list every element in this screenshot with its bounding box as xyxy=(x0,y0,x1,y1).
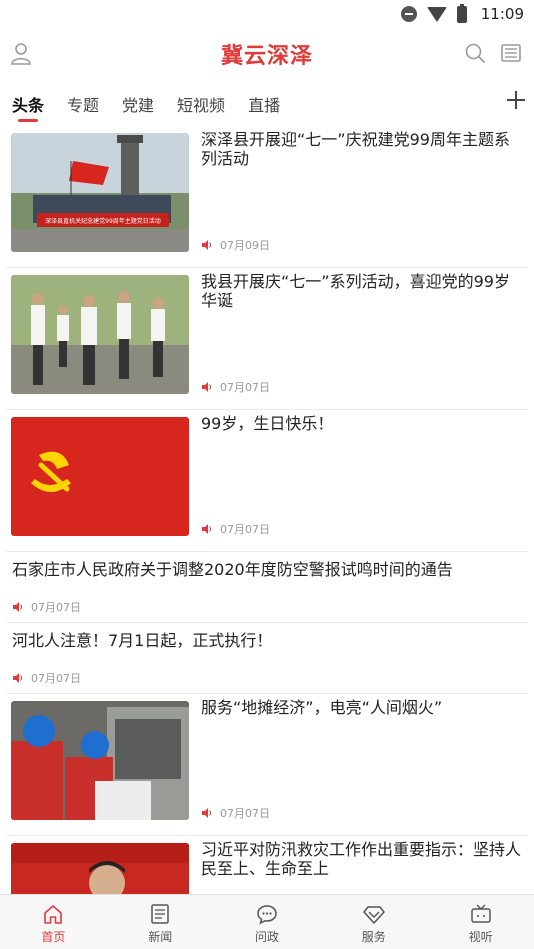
news-meta: 07月07日 xyxy=(12,599,81,615)
news-meta: 07月07日 xyxy=(12,670,81,686)
news-item[interactable]: 石家庄市人民政府关于调整2020年度防空警报试鸣时间的通告 07月07日 xyxy=(6,552,528,623)
news-item[interactable]: 99岁，生日快乐！ 07月07日 xyxy=(6,410,528,552)
news-thumbnail-oath-ceremony xyxy=(11,275,189,394)
news-item[interactable]: 我县开展庆“七一”系列活动，喜迎党的99岁华诞 07月07日 xyxy=(6,268,528,410)
news-thumbnail-portrait xyxy=(11,843,189,894)
news-title: 99岁，生日快乐！ xyxy=(201,414,334,433)
tab-topics[interactable]: 专题 xyxy=(67,82,99,122)
news-title: 服务“地摊经济”，电亮“人间烟火” xyxy=(201,698,443,717)
speaker-icon[interactable] xyxy=(201,381,213,393)
home-icon xyxy=(44,905,63,924)
banner-text: 深泽县直机关纪念建党99周年主题党日活动 xyxy=(45,217,161,225)
nav-services-label: 服务 xyxy=(361,930,386,944)
add-channel-icon[interactable] xyxy=(506,90,526,110)
app-header: 冀云深泽 xyxy=(0,28,534,80)
news-item[interactable]: 习近平对防汛救灾工作作出重要指示：坚持人民至上、生命至上 xyxy=(6,836,528,894)
news-thumbnail-party-flag xyxy=(11,417,189,536)
status-bar: 11:09 xyxy=(0,0,534,28)
nav-services[interactable]: 服务 xyxy=(320,895,427,949)
news-date: 07月07日 xyxy=(220,381,270,394)
news-meta: 07月07日 xyxy=(201,805,270,821)
chat-icon xyxy=(257,905,277,925)
speaker-icon[interactable] xyxy=(201,523,213,535)
news-list: 深泽县直机关纪念建党99周年主题党日活动 深泽县开展迎“七一”庆祝建党99周年主… xyxy=(0,126,534,894)
diamond-icon xyxy=(363,906,385,924)
nav-inquiry[interactable]: 问政 xyxy=(214,895,321,949)
app-title: 冀云深泽 xyxy=(220,44,313,69)
news-title: 深泽县开展迎“七一”庆祝建党99周年主题系列活动 xyxy=(201,130,510,168)
nav-news-label: 新闻 xyxy=(148,930,173,944)
nav-media[interactable]: 视听 xyxy=(427,895,534,949)
bottom-nav: 首页 新闻 问政 服务 视听 xyxy=(0,894,534,949)
news-item[interactable]: 服务“地摊经济”，电亮“人间烟火” 07月07日 xyxy=(6,694,528,836)
nav-inquiry-label: 问政 xyxy=(254,930,279,944)
news-date: 07月07日 xyxy=(31,672,81,685)
news-date: 07月07日 xyxy=(31,601,81,614)
battery-icon xyxy=(456,3,467,23)
do-not-disturb-icon xyxy=(400,6,417,22)
news-item[interactable]: 河北人注意！7月1日起，正式执行！ 07月07日 xyxy=(6,623,528,694)
nav-media-label: 视听 xyxy=(468,930,493,944)
news-meta: 07月09日 xyxy=(201,237,270,253)
speaker-icon[interactable] xyxy=(12,601,24,613)
news-title: 我县开展庆“七一”系列活动，喜迎党的99岁华诞 xyxy=(201,272,510,310)
news-thumbnail-group-photo: 深泽县直机关纪念建党99周年主题党日活动 xyxy=(11,133,189,252)
status-time: 11:09 xyxy=(480,5,524,23)
tab-headlines[interactable]: 头条 xyxy=(12,82,44,122)
speaker-icon[interactable] xyxy=(12,672,24,684)
news-title: 习近平对防汛救灾工作作出重要指示：坚持人民至上、生命至上 xyxy=(201,840,522,878)
wifi-icon xyxy=(426,6,447,22)
newspaper-icon[interactable] xyxy=(500,42,522,64)
news-thumbnail-electricians xyxy=(11,701,189,820)
speaker-icon[interactable] xyxy=(201,239,213,251)
speaker-icon[interactable] xyxy=(201,807,213,819)
tab-party-building[interactable]: 党建 xyxy=(122,82,154,122)
tv-icon xyxy=(470,904,491,923)
news-icon xyxy=(151,904,169,924)
nav-news[interactable]: 新闻 xyxy=(107,895,214,949)
news-meta: 07月07日 xyxy=(201,521,270,537)
nav-home[interactable]: 首页 xyxy=(0,895,107,949)
nav-home-label: 首页 xyxy=(41,930,66,944)
news-date: 07月07日 xyxy=(220,523,270,536)
tab-live[interactable]: 直播 xyxy=(248,82,280,122)
news-title: 石家庄市人民政府关于调整2020年度防空警报试鸣时间的通告 xyxy=(12,560,453,579)
news-date: 07月09日 xyxy=(220,239,270,252)
news-title: 河北人注意！7月1日起，正式执行！ xyxy=(12,631,273,650)
news-meta: 07月07日 xyxy=(201,379,270,395)
news-item[interactable]: 深泽县直机关纪念建党99周年主题党日活动 深泽县开展迎“七一”庆祝建党99周年主… xyxy=(6,126,528,268)
channel-tabs: 头条 专题 党建 短视频 直播 xyxy=(0,82,534,126)
search-icon[interactable] xyxy=(464,42,486,64)
news-date: 07月07日 xyxy=(220,807,270,820)
tab-short-video[interactable]: 短视频 xyxy=(177,82,225,122)
